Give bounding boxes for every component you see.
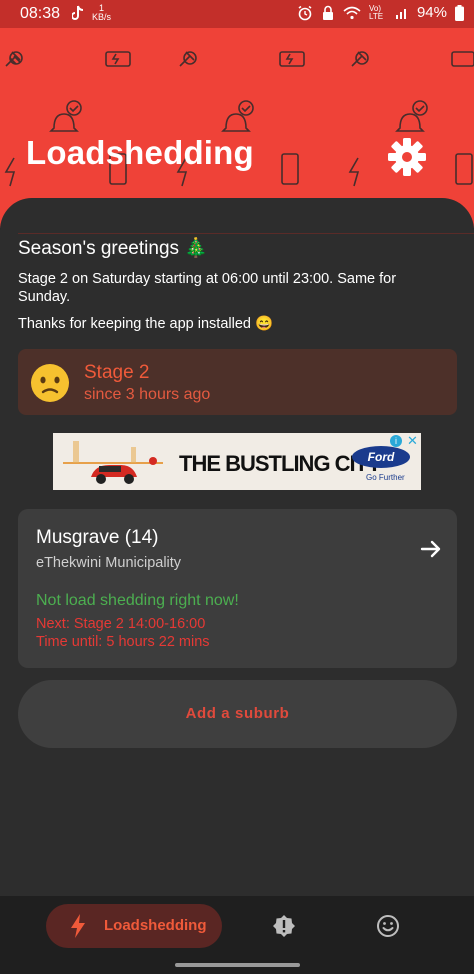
battery-percent: 94%	[416, 4, 447, 21]
settings-gear-icon[interactable]	[386, 136, 428, 178]
home-indicator[interactable]	[175, 963, 300, 967]
time-until: Time until: 5 hours 22 mins	[36, 634, 210, 650]
battery-icon	[455, 4, 464, 21]
ad-tagline: Go Further	[366, 473, 405, 482]
thanks-message: Thanks for keeping the app installed 😄	[18, 316, 274, 332]
ad-info-icon[interactable]: i	[390, 435, 402, 447]
nav-label-loadshedding: Loadshedding	[104, 917, 207, 934]
bolt-icon	[71, 914, 85, 938]
stage-name: Stage 2	[84, 362, 150, 383]
worried-face-icon	[31, 364, 69, 402]
app-title: Loadshedding	[26, 134, 254, 171]
ad-car-image	[53, 433, 173, 490]
next-loadshedding: Next: Stage 2 14:00-16:00	[36, 616, 206, 632]
status-time: 08:38	[20, 5, 61, 22]
stage-since: since 3 hours ago	[84, 386, 211, 403]
nav-smiley-icon[interactable]	[376, 914, 400, 938]
wifi-icon	[343, 6, 361, 19]
ad-banner[interactable]: THE BUSTLING CITY Ford Go Further i ✕	[53, 433, 421, 490]
loadshedding-status: Not load shedding right now!	[36, 592, 239, 609]
tiktok-icon	[72, 5, 84, 20]
add-suburb-button[interactable]: Add a suburb	[18, 680, 457, 748]
lock-icon	[322, 5, 333, 20]
ad-close-icon[interactable]: ✕	[407, 433, 418, 449]
status-bar: 08:38 1 KB/s Vo) LTE 94%	[0, 0, 474, 28]
municipality-name: eThekwini Municipality	[36, 555, 182, 571]
add-suburb-label: Add a suburb	[185, 705, 290, 722]
gesture-bar	[0, 956, 474, 974]
arrow-right-icon[interactable]	[420, 538, 442, 560]
divider	[18, 233, 474, 234]
network-type: Vo) LTE	[368, 3, 384, 21]
ford-logo: Ford	[352, 446, 410, 468]
signal-icon	[395, 8, 406, 19]
ad-headline: THE BUSTLING CITY	[179, 451, 382, 476]
suburb-name: Musgrave (14)	[36, 527, 159, 548]
alarm-icon	[298, 5, 312, 20]
network-speed: 1 KB/s	[92, 3, 112, 22]
nav-alert-icon[interactable]	[272, 914, 296, 938]
greeting-message: Stage 2 on Saturday starting at 06:00 un…	[18, 271, 397, 305]
greeting-title: Season's greetings 🎄	[18, 238, 208, 259]
